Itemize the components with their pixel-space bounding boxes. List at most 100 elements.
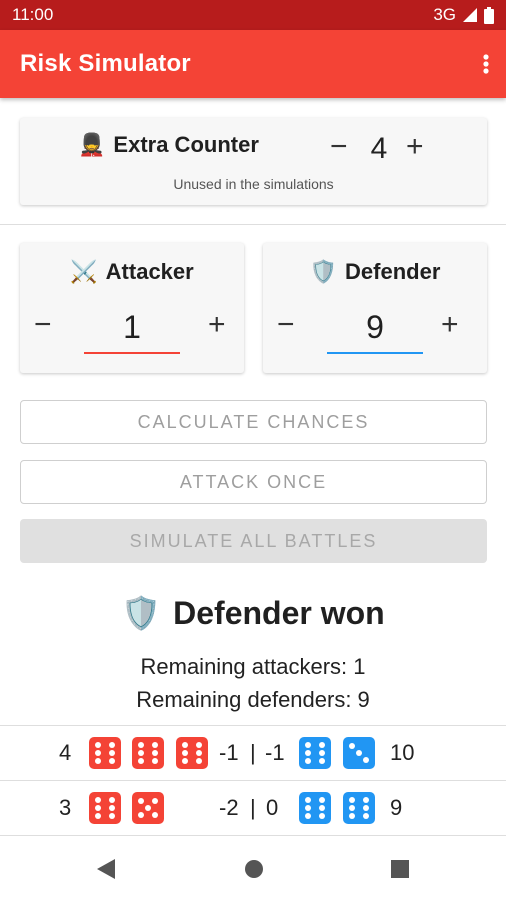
die-pip xyxy=(94,813,101,819)
die-pip xyxy=(196,742,203,748)
attacker-die-icon xyxy=(89,792,121,824)
battle-row: 4 -1 | -1 10 xyxy=(0,726,506,780)
defender-decrement-button[interactable]: − xyxy=(277,310,295,340)
die-pip xyxy=(304,742,311,748)
die-pip xyxy=(348,742,355,749)
die-pip xyxy=(152,758,159,764)
extra-counter-decrement-button[interactable]: − xyxy=(330,132,348,162)
extra-counter-value: 4 xyxy=(370,132,388,165)
attacker-increment-button[interactable]: + xyxy=(208,310,226,340)
die-pip xyxy=(304,750,311,756)
remaining-attackers: Remaining attackers: 1 xyxy=(140,654,366,679)
defender-count: 9 xyxy=(390,795,403,820)
attacker-input-underline xyxy=(84,352,180,354)
attacker-die-icon xyxy=(176,737,208,769)
network-type: 3G xyxy=(433,5,456,24)
die-pip xyxy=(137,812,144,819)
die-pip xyxy=(319,750,326,756)
attacker-count-input[interactable]: 1 xyxy=(84,309,180,346)
result-heading: 🛡️ Defender won xyxy=(0,594,506,632)
attacker-die-icon xyxy=(132,792,164,824)
attacker-count: 3 xyxy=(59,795,72,820)
defender-loss: 0 xyxy=(266,795,279,820)
defender-count-input[interactable]: 9 xyxy=(327,309,423,346)
die-pip xyxy=(319,742,326,748)
die-pip xyxy=(137,750,144,756)
attacker-loss: -1 xyxy=(219,740,239,765)
attacker-die-icon xyxy=(132,737,164,769)
battery-icon xyxy=(484,6,494,24)
die-pip xyxy=(319,797,326,803)
die-pip xyxy=(304,797,311,803)
die-pip xyxy=(181,758,188,764)
divider xyxy=(0,835,506,836)
die-pip xyxy=(94,750,101,756)
attacker-heading: ⚔️ Attacker xyxy=(20,259,244,285)
simulate-all-battles-button[interactable]: SIMULATE ALL BATTLES xyxy=(20,519,487,563)
back-icon[interactable] xyxy=(96,858,116,880)
die-pip xyxy=(363,805,370,811)
app-bar: Risk Simulator xyxy=(0,30,506,98)
die-pip xyxy=(94,758,101,764)
overflow-menu-icon[interactable] xyxy=(480,52,492,76)
die-pip xyxy=(348,805,355,811)
divider xyxy=(0,224,506,225)
die-pip xyxy=(152,750,159,756)
die-pip xyxy=(319,813,326,819)
result-title: Defender won xyxy=(173,594,385,631)
die-pip xyxy=(137,758,144,764)
die-pip xyxy=(152,742,159,748)
attacker-title: Attacker xyxy=(105,259,194,284)
calculate-chances-button[interactable]: CALCULATE CHANCES xyxy=(20,400,487,444)
die-pip xyxy=(145,805,151,811)
attack-once-button[interactable]: ATTACK ONCE xyxy=(20,460,487,504)
attacker-card: ⚔️ Attacker − 1 + xyxy=(20,243,244,373)
defender-die-icon xyxy=(299,792,331,824)
die-pip xyxy=(363,797,370,803)
die-pip xyxy=(137,742,144,748)
die-pip xyxy=(304,758,311,764)
navigation-bar xyxy=(0,838,506,900)
home-icon[interactable] xyxy=(244,858,264,880)
die-pip xyxy=(196,750,203,756)
defender-title: Defender xyxy=(345,259,441,284)
die-pip xyxy=(348,813,355,819)
attacker-decrement-button[interactable]: − xyxy=(34,310,52,340)
die-pip xyxy=(109,813,116,819)
status-bar: 11:00 3G xyxy=(0,0,506,30)
die-pip xyxy=(181,750,188,756)
signal-icon xyxy=(463,8,477,22)
die-pip xyxy=(109,750,116,756)
die-pip xyxy=(109,797,116,803)
attacker-loss: -2 xyxy=(219,795,239,820)
defender-input-underline xyxy=(327,352,423,354)
die-pip xyxy=(94,805,101,811)
die-pip xyxy=(319,805,326,811)
die-pip xyxy=(319,758,326,764)
die-pip xyxy=(94,797,101,803)
recents-icon[interactable] xyxy=(390,858,410,880)
die-pip xyxy=(304,813,311,819)
defender-increment-button[interactable]: + xyxy=(441,310,459,340)
defender-card: 🛡️ Defender − 9 + xyxy=(263,243,487,373)
defender-loss: -1 xyxy=(265,740,285,765)
defender-heading: 🛡️ Defender xyxy=(263,259,487,285)
remaining-defenders: Remaining defenders: 9 xyxy=(136,687,370,712)
extra-counter-increment-button[interactable]: + xyxy=(406,132,424,162)
die-pip xyxy=(304,805,311,811)
die-pip xyxy=(363,757,370,764)
shield-icon: 🛡️ xyxy=(309,259,338,284)
die-pip xyxy=(94,742,101,748)
extra-counter-card: 💂 Extra Counter − 4 + Unused in the simu… xyxy=(20,118,487,205)
extra-counter-subtitle: Unused in the simulations xyxy=(173,176,334,192)
die-pip xyxy=(137,797,144,804)
die-pip xyxy=(196,758,203,764)
die-pip xyxy=(109,805,116,811)
die-pip xyxy=(109,758,116,764)
attacker-count: 4 xyxy=(59,740,72,765)
die-pip xyxy=(152,797,159,804)
die-pip xyxy=(152,812,159,819)
die-pip xyxy=(109,742,116,748)
extra-counter-title: Extra Counter xyxy=(113,132,259,157)
die-pip xyxy=(181,742,188,748)
